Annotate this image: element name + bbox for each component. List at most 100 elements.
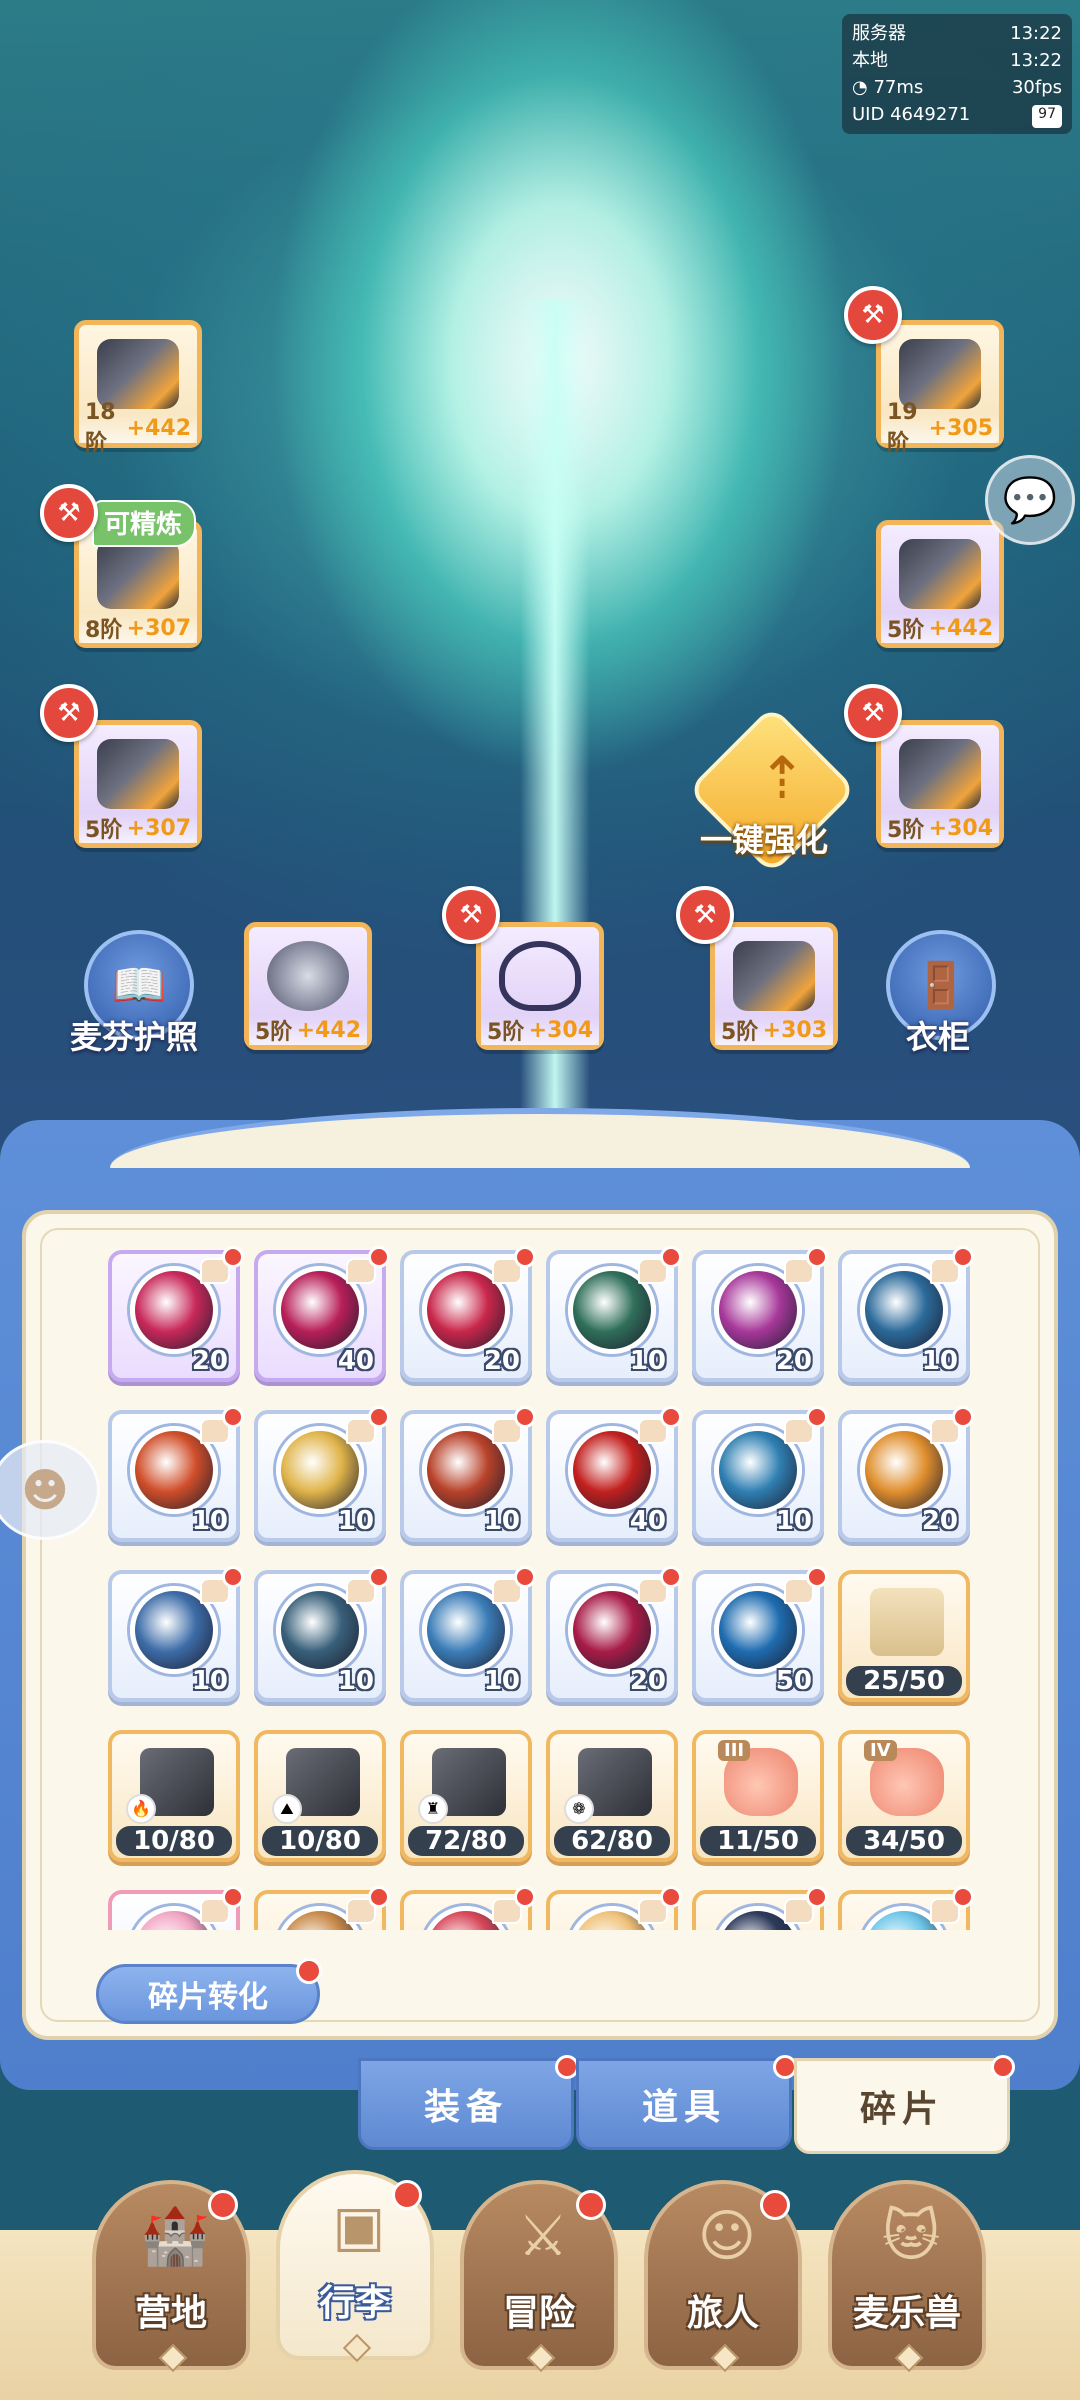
grade-badge: III: [718, 1740, 751, 1761]
fragment-count: 10: [921, 1346, 958, 1376]
nav-pet[interactable]: 🐱 麦乐兽: [828, 2180, 986, 2373]
fragment-item[interactable]: [254, 1886, 390, 1930]
server-time: 13:22: [1010, 23, 1062, 44]
notification-dot: [208, 2190, 238, 2220]
fragment-item[interactable]: 20: [546, 1566, 682, 1702]
nav-camp[interactable]: 🏰 营地: [92, 2180, 250, 2373]
fragment-item[interactable]: 20: [692, 1246, 828, 1382]
nav-adventure[interactable]: ⚔ 冒险: [460, 2180, 618, 2373]
fragment-convert-button[interactable]: 碎片转化: [96, 1964, 320, 2024]
chat-bubble-icon: 💬: [1002, 475, 1058, 526]
element-icon: ❁: [564, 1794, 594, 1824]
notification-dot: [222, 1246, 244, 1268]
notification-dot: [806, 1886, 828, 1908]
necklace-icon: [499, 941, 581, 1011]
tab-label: 碎片: [859, 2089, 944, 2130]
hammer-icon[interactable]: ⚒: [676, 886, 734, 944]
gear-slot-boots[interactable]: 5阶 +304: [876, 720, 1004, 848]
fragment-item[interactable]: 10: [546, 1246, 682, 1382]
status-hud: 服务器 13:22 本地 13:22 ◔ 77ms 30fps UID 4649271…: [842, 14, 1072, 134]
wardrobe-label[interactable]: 衣柜: [906, 1012, 970, 1058]
element-icon: 🔥: [126, 1794, 156, 1824]
fragment-item[interactable]: 50: [692, 1566, 828, 1702]
fragment-item[interactable]: 10: [254, 1566, 390, 1702]
notification-dot: [296, 1958, 322, 1984]
fragment-item[interactable]: 10: [108, 1406, 244, 1542]
uid-readout: UID 4649271: [852, 104, 971, 125]
fragment-count: 10: [775, 1506, 812, 1536]
fragment-item[interactable]: [692, 1886, 828, 1930]
fragment-item[interactable]: 20: [838, 1406, 974, 1542]
gear-slot-charm[interactable]: 5阶 +303: [710, 922, 838, 1050]
fragment-item[interactable]: IV 34/50: [838, 1730, 970, 1862]
notification-dot: [514, 1246, 536, 1268]
fragment-item[interactable]: [838, 1886, 974, 1930]
fragment-count: 10: [629, 1346, 666, 1376]
fragment-item[interactable]: [108, 1886, 244, 1930]
tab-equipment[interactable]: 装备: [358, 2055, 579, 2150]
fps-readout: 30fps: [1011, 77, 1062, 98]
notification-dot: [222, 1406, 244, 1428]
fragment-count: 10: [337, 1666, 374, 1696]
wardrobe-icon: 🚪: [913, 960, 969, 1011]
fragment-count: 50: [775, 1666, 812, 1696]
fragment-item[interactable]: 10: [692, 1406, 828, 1542]
notification-dot: [660, 1886, 682, 1908]
chat-button[interactable]: 💬: [985, 455, 1075, 545]
gear-slot-ring[interactable]: 5阶 +442: [244, 922, 372, 1050]
fragment-item[interactable]: 25/50: [838, 1570, 970, 1702]
gear-slot-helmet[interactable]: 19阶 +305: [876, 320, 1004, 456]
hammer-icon[interactable]: ⚒: [40, 484, 98, 542]
fragment-item[interactable]: III 11/50: [692, 1730, 824, 1862]
passport-book-icon: 📖: [111, 960, 167, 1011]
fragment-count: 20: [921, 1506, 958, 1536]
tab-fragments[interactable]: 碎片: [794, 2055, 1015, 2154]
fragment-item[interactable]: ❁ 62/80: [546, 1730, 678, 1862]
fragment-item[interactable]: ⛰ 10/80: [254, 1730, 386, 1862]
fragment-item[interactable]: 10: [838, 1246, 974, 1382]
cat-pet-icon: 🐱: [881, 2204, 941, 2269]
gear-slot-pants[interactable]: 5阶 +307: [74, 720, 202, 848]
hammer-icon[interactable]: ⚒: [844, 684, 902, 742]
fragment-item[interactable]: 10: [254, 1406, 390, 1542]
notification-dot: [222, 1566, 244, 1588]
fragment-item[interactable]: 10: [400, 1566, 536, 1702]
fragment-progress: 25/50: [846, 1666, 962, 1696]
leg-armor-icon: [97, 739, 179, 809]
fragment-grid[interactable]: 20 40 20 10 20 10 10 10 10 40 10 20 10 10 10 20 50 25/50 🔥…: [100, 1240, 980, 1930]
nav-gem-ornament: [894, 2343, 924, 2373]
pet-face-icon: ☻: [21, 1463, 69, 1517]
passport-label[interactable]: 麦芬护照: [70, 1012, 198, 1058]
fragment-item[interactable]: ♜ 72/80: [400, 1730, 532, 1862]
fragment-item[interactable]: 20: [400, 1246, 536, 1382]
gear-slot-bow[interactable]: 18阶 +442: [74, 320, 202, 456]
fragment-item[interactable]: 10: [108, 1566, 244, 1702]
notification-dot: [368, 1886, 390, 1908]
helmet-icon: [899, 339, 981, 409]
fragment-item[interactable]: 20: [108, 1246, 244, 1382]
nav-traveler[interactable]: ☺ 旅人: [644, 2180, 802, 2373]
character-icon: ☺: [697, 2204, 757, 2269]
nav-luggage[interactable]: ▣ 行李: [276, 2170, 434, 2363]
fragment-item[interactable]: [400, 1886, 536, 1930]
chest-icon: ▣: [332, 2194, 386, 2259]
fragment-item[interactable]: 40: [254, 1246, 390, 1382]
hammer-icon[interactable]: ⚒: [40, 684, 98, 742]
fragment-item[interactable]: [546, 1886, 682, 1930]
hammer-icon[interactable]: ⚒: [844, 286, 902, 344]
fragment-count: 10: [191, 1506, 228, 1536]
notification-dot: [392, 2180, 422, 2210]
fragment-item[interactable]: 10: [400, 1406, 536, 1542]
tab-items[interactable]: 道具: [576, 2055, 797, 2150]
gear-slot-necklace[interactable]: 5阶 +304: [476, 922, 604, 1050]
notification-dot: [660, 1246, 682, 1268]
gear-slot-gauntlet[interactable]: 5阶 +442: [876, 520, 1004, 648]
fragment-item[interactable]: 40: [546, 1406, 682, 1542]
fragment-progress: 34/50: [846, 1826, 962, 1856]
fragment-item[interactable]: 🔥 10/80: [108, 1730, 240, 1862]
enhance-all-label[interactable]: 一键强化: [700, 815, 828, 861]
notification-dot: [991, 2055, 1015, 2079]
castle-icon: 🏰: [140, 2204, 210, 2269]
nav-gem-ornament: [710, 2343, 740, 2373]
hammer-icon[interactable]: ⚒: [442, 886, 500, 944]
